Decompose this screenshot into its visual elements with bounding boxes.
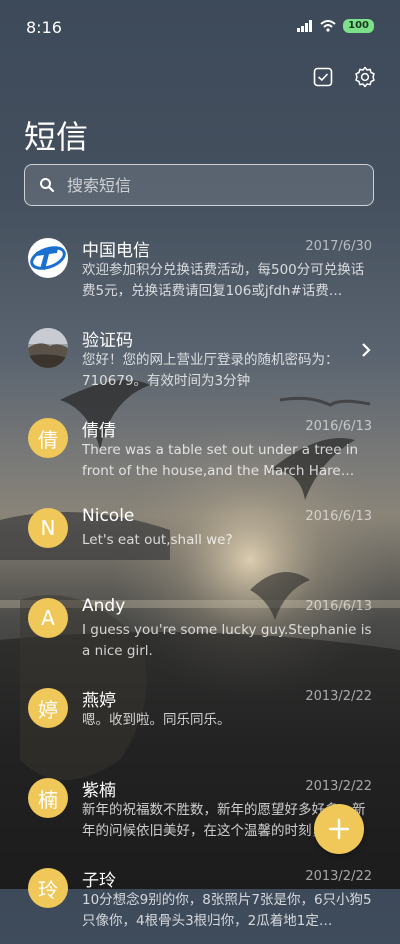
top-actions — [312, 66, 376, 88]
message-date: 2016/6/13 — [305, 419, 372, 434]
message-date: 2013/2/22 — [305, 869, 372, 884]
status-time: 8:16 — [26, 18, 62, 37]
avatar — [28, 328, 68, 368]
checkbox-icon — [313, 67, 333, 87]
message-date: 2013/2/22 — [305, 779, 372, 794]
settings-icon — [355, 66, 375, 88]
contact-name: 倩倩 — [82, 421, 116, 441]
contact-name: 子玲 — [82, 871, 116, 891]
conversation-item[interactable]: 婷 燕婷 2013/2/22 嗯。收到啦。同乐同乐。 — [0, 674, 400, 764]
avatar: 倩 — [28, 418, 68, 458]
battery-badge: 100 — [343, 19, 374, 33]
select-button[interactable] — [312, 66, 334, 88]
chevron-right-icon — [362, 343, 371, 357]
search-bar[interactable] — [24, 164, 374, 206]
china-telecom-logo-icon — [29, 239, 67, 277]
conversation-item[interactable]: A Andy 2016/6/13 I guess you're some luc… — [0, 584, 400, 674]
wifi-icon — [320, 20, 336, 32]
avatar: 婷 — [28, 688, 68, 728]
plus-icon — [328, 818, 350, 840]
new-message-button[interactable] — [314, 804, 364, 854]
message-preview: 嗯。收到啦。同乐同乐。 — [82, 712, 231, 728]
message-preview: 您好！您的网上营业厅登录的随机密码为：710679。有效时间为3分钟 — [82, 352, 339, 389]
contact-name: Nicole — [82, 506, 135, 526]
settings-button[interactable] — [354, 66, 376, 88]
message-preview: I guess you're some lucky guy.Stephanie … — [82, 622, 372, 659]
message-preview: 10分想念9别的你，8张照片7张是你，6只小狗5只像你，4根骨头3根归你，2瓜着… — [82, 892, 372, 929]
contact-name: 燕婷 — [82, 691, 116, 711]
conversation-item[interactable]: 验证码 您好！您的网上营业厅登录的随机密码为：710679。有效时间为3分钟 — [0, 314, 400, 404]
contact-name: Andy — [82, 596, 126, 616]
contact-name: 紫楠 — [82, 781, 116, 801]
conversation-item[interactable]: 中国电信 2017/6/30 欢迎参加积分兑换话费活动，每500分可兑换话费5元… — [0, 224, 400, 314]
conversation-item[interactable]: 倩 倩倩 2016/6/13 There was a table set out… — [0, 404, 400, 494]
message-preview: Let's eat out,shall we? — [82, 532, 233, 548]
message-preview: 欢迎参加积分兑换话费活动，每500分可兑换话费5元，兑换话费请回复106或jfd… — [82, 262, 365, 299]
avatar: A — [28, 598, 68, 638]
contact-name: 中国电信 — [82, 241, 150, 261]
search-icon — [40, 178, 55, 193]
message-date: 2016/6/13 — [305, 509, 372, 524]
photo-avatar-icon — [28, 328, 68, 368]
message-date: 2013/2/22 — [305, 689, 372, 704]
message-preview: There was a table set out under a tree i… — [82, 442, 359, 479]
message-date: 2017/6/30 — [305, 239, 372, 254]
avatar: 楠 — [28, 778, 68, 818]
avatar: 玲 — [28, 868, 68, 908]
avatar — [28, 238, 68, 278]
status-bar: 8:16 100 — [0, 0, 400, 56]
search-input[interactable] — [65, 174, 349, 196]
page-title: 短信 — [24, 118, 89, 156]
conversation-item[interactable]: N Nicole 2016/6/13 Let's eat out,shall w… — [0, 494, 400, 584]
message-date: 2016/6/13 — [305, 599, 372, 614]
conversation-item[interactable]: 玲 子玲 2013/2/22 10分想念9别的你，8张照片7张是你，6只小狗5只… — [0, 854, 400, 944]
contact-name: 验证码 — [82, 331, 133, 351]
avatar: N — [28, 508, 68, 548]
status-icons: 100 — [297, 19, 374, 33]
signal-icon — [297, 20, 313, 32]
